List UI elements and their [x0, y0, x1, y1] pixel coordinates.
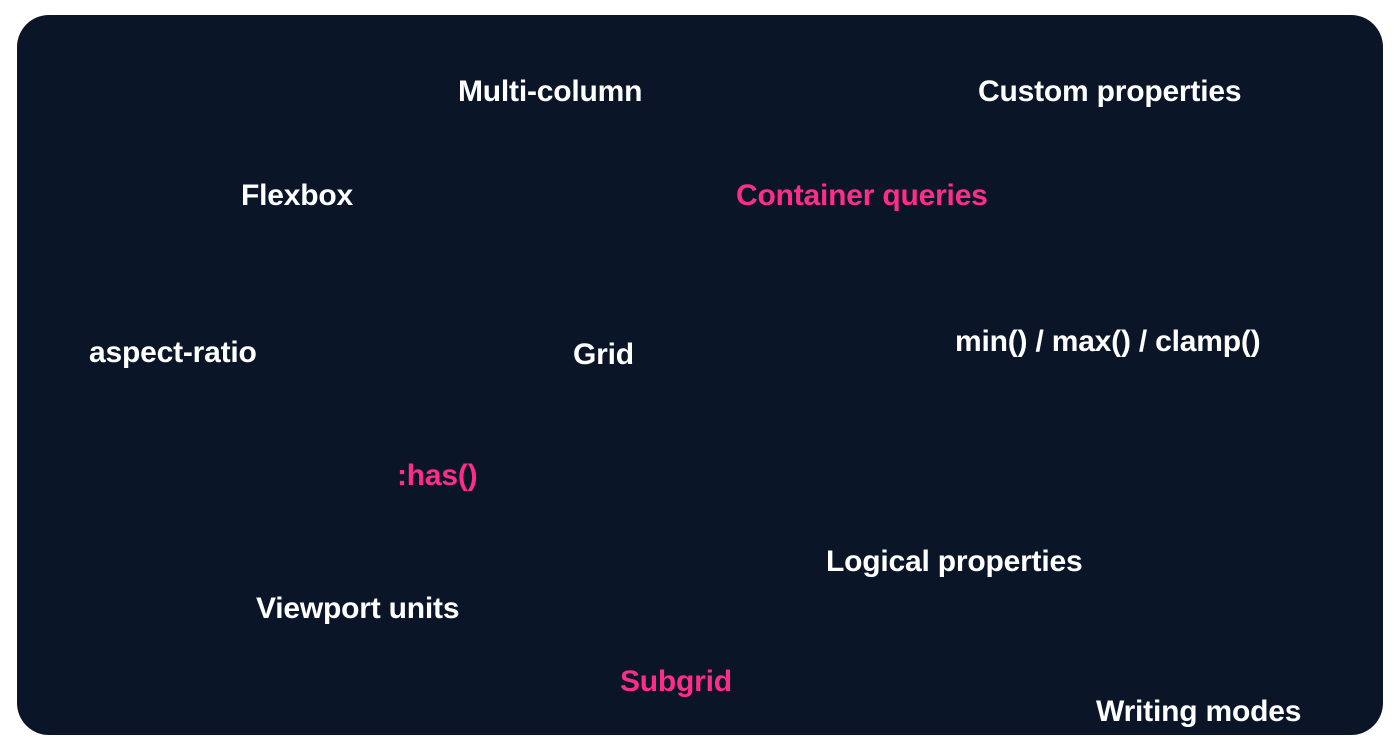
term-subgrid: Subgrid	[620, 665, 732, 699]
term-has: :has()	[397, 459, 477, 493]
term-logical-properties: Logical properties	[826, 545, 1082, 579]
term-aspect-ratio: aspect-ratio	[89, 336, 257, 370]
term-flexbox: Flexbox	[241, 179, 353, 213]
term-grid: Grid	[573, 338, 634, 372]
term-custom-properties: Custom properties	[978, 75, 1241, 109]
term-min-max-clamp: min() / max() / clamp()	[955, 325, 1260, 359]
term-container-queries: Container queries	[736, 179, 988, 213]
term-writing-modes: Writing modes	[1096, 695, 1301, 729]
feature-panel: Multi-column Custom properties Flexbox C…	[17, 15, 1383, 735]
term-multi-column: Multi-column	[458, 75, 642, 109]
term-viewport-units: Viewport units	[256, 592, 459, 626]
